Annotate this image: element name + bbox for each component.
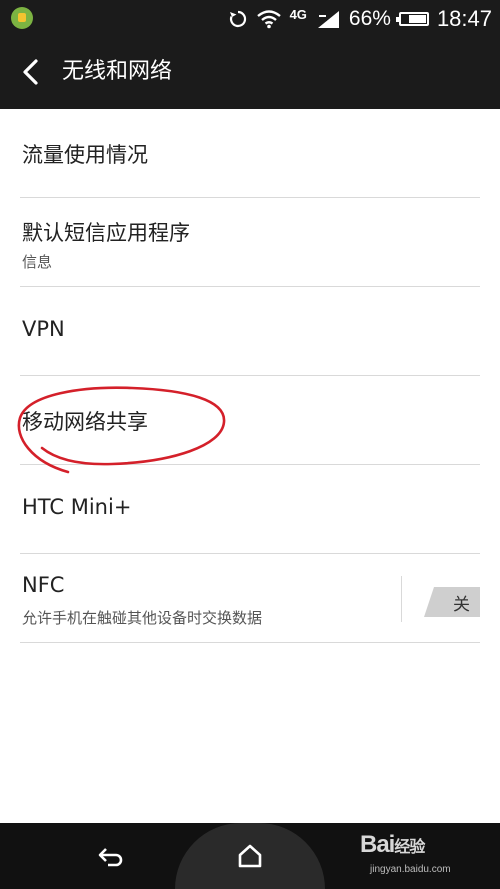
back-icon[interactable] [96,843,126,869]
status-icons: 4G 66% 18:47 [228,0,492,37]
settings-list: 流量使用情况 默认短信应用程序 信息 VPN 移动网络共享 HTC Mini+ … [0,109,500,643]
setting-title: 默认短信应用程序 [22,221,190,245]
network-label: 4G [289,6,307,22]
home-icon[interactable] [236,842,264,870]
toggle-label: 关 [453,595,470,615]
baidu-watermark: Bai经验 jingyan.baidu.com [360,831,492,883]
network-4g-icon: 4G [289,6,307,30]
setting-title: 流量使用情况 [22,143,148,167]
navigation-bar: Bai经验 jingyan.baidu.com [0,823,500,889]
setting-data-usage[interactable]: 流量使用情况 [20,109,480,198]
setting-nfc[interactable]: NFC 允许手机在触碰其他设备时交换数据 关 [20,554,480,643]
setting-title: VPN [22,317,65,341]
action-bar: 无线和网络 [0,37,500,109]
setting-htc-mini[interactable]: HTC Mini+ [20,465,480,554]
setting-subtitle: 信息 [22,253,53,271]
app-notification-icon [11,7,33,29]
signal-icon [317,10,339,28]
battery-percent: 66% [348,6,391,30]
page-title: 无线和网络 [62,59,173,84]
wifi-icon [256,9,281,28]
vertical-divider [401,576,402,622]
watermark-logo: Bai经验 [360,831,425,858]
back-arrow-icon[interactable] [18,57,44,87]
sync-icon [229,10,246,27]
setting-vpn[interactable]: VPN [20,287,480,376]
setting-tethering[interactable]: 移动网络共享 [20,376,480,465]
setting-title: 移动网络共享 [22,410,148,434]
setting-title: HTC Mini+ [22,495,132,519]
battery-icon [395,11,429,26]
clock: 18:47 [436,5,492,31]
status-bar: 4G 66% 18:47 [0,0,500,37]
setting-default-sms-app[interactable]: 默认短信应用程序 信息 [20,198,480,287]
setting-title: NFC [22,573,65,597]
watermark-url: jingyan.baidu.com [370,864,451,875]
nfc-toggle[interactable]: 关 [424,587,480,617]
setting-subtitle: 允许手机在触碰其他设备时交换数据 [22,609,263,627]
